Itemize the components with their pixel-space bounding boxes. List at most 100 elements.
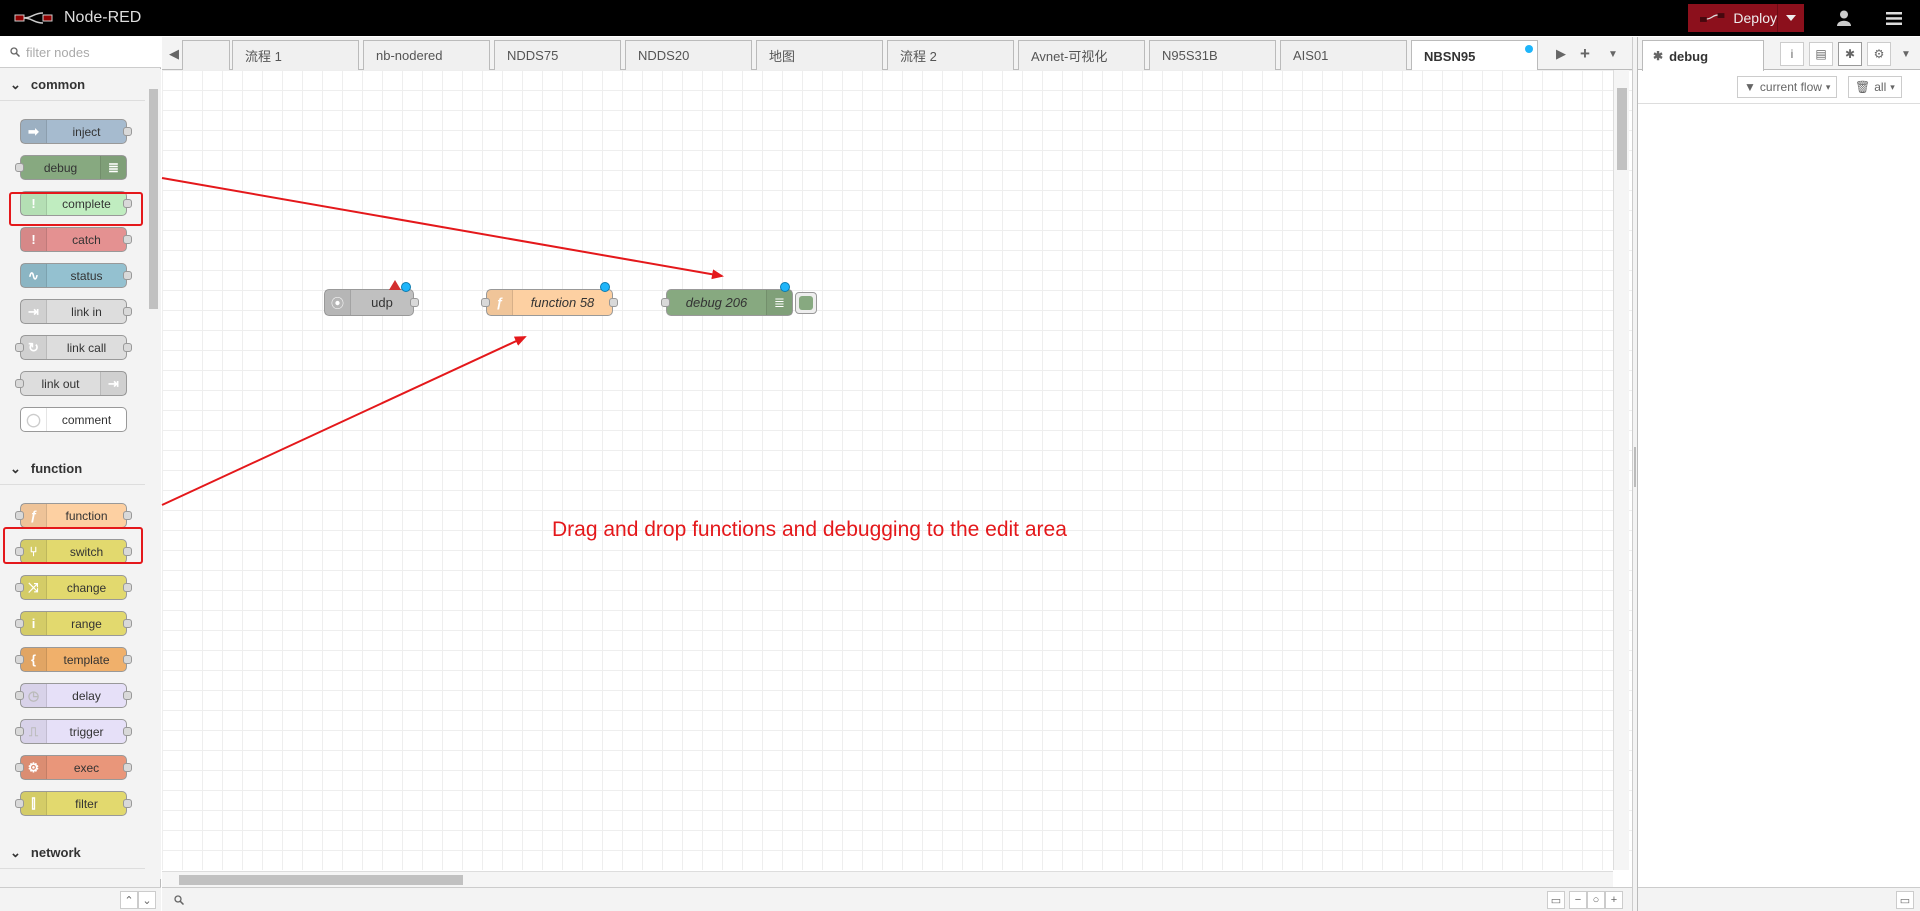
category-function[interactable]: ⌄ function xyxy=(0,453,145,485)
palette-scrollbar[interactable] xyxy=(146,69,161,879)
output-port[interactable] xyxy=(123,619,132,628)
output-port[interactable] xyxy=(123,235,132,244)
sidebar-menu-button[interactable]: ▼ xyxy=(1894,42,1918,66)
output-port[interactable] xyxy=(123,307,132,316)
changed-dot xyxy=(1525,45,1533,53)
input-port[interactable] xyxy=(15,799,24,808)
tab-4[interactable]: NDDS20 xyxy=(625,40,752,70)
tab-2[interactable]: nb-nodered xyxy=(363,40,490,70)
sidebar-tab-debug[interactable]: ✱ debug xyxy=(1642,40,1764,71)
splitter-grip[interactable] xyxy=(1634,447,1636,487)
scroll-tabs-right-button[interactable]: ▶ xyxy=(1551,44,1571,64)
input-port[interactable] xyxy=(15,655,24,664)
palette-node-filter[interactable]: ⫿ filter xyxy=(15,791,132,816)
collapse-all-button[interactable]: ⌃ xyxy=(120,891,138,909)
zoom-out-button[interactable]: − xyxy=(1569,891,1587,909)
output-port[interactable] xyxy=(123,655,132,664)
tab-8[interactable]: N95S31B xyxy=(1149,40,1276,70)
debug-filter-select[interactable]: ▼ current flow ▾ xyxy=(1737,76,1838,98)
tab-5[interactable]: 地图 xyxy=(756,40,883,70)
workspace-horizontal-scrollbar[interactable] xyxy=(162,871,1613,887)
flow-node-debug-206[interactable]: debug 206 ≣ xyxy=(661,282,817,316)
palette-node-comment[interactable]: ◯ comment xyxy=(20,407,127,432)
palette-node-link-out[interactable]: link out ⇥ xyxy=(15,371,127,396)
flow-canvas[interactable]: ⦿ udp ƒ function 58 debug 206 ≣ xyxy=(162,70,1632,870)
input-port[interactable] xyxy=(15,163,24,172)
scrollbar-thumb[interactable] xyxy=(149,89,158,309)
palette-node-catch[interactable]: ! catch xyxy=(20,227,132,252)
input-port[interactable] xyxy=(15,511,24,520)
debug-clear-select[interactable]: 🗑 all ▾ xyxy=(1848,76,1902,98)
flow-node-function-58[interactable]: ƒ function 58 xyxy=(481,282,618,316)
zoom-reset-button[interactable]: ○ xyxy=(1587,891,1605,909)
palette-node-trigger[interactable]: ⎍ trigger xyxy=(15,719,132,744)
sidebar-debug-button[interactable]: ✱ xyxy=(1838,42,1862,66)
input-port[interactable] xyxy=(15,583,24,592)
sidebar-help-button[interactable]: ▤ xyxy=(1809,42,1833,66)
open-debug-window-button[interactable]: ▭ xyxy=(1896,891,1914,909)
flow-node-udp[interactable]: ⦿ udp xyxy=(324,280,419,316)
palette-node-link-in[interactable]: ⇥ link in xyxy=(20,299,132,324)
search-flows-button[interactable] xyxy=(170,891,188,909)
input-port[interactable] xyxy=(15,619,24,628)
palette-search[interactable]: filter nodes xyxy=(0,37,161,68)
output-port[interactable] xyxy=(123,343,132,352)
input-port[interactable] xyxy=(661,298,670,307)
output-port[interactable] xyxy=(123,583,132,592)
input-port[interactable] xyxy=(481,298,490,307)
output-port[interactable] xyxy=(609,298,618,307)
output-port[interactable] xyxy=(123,691,132,700)
debug-toggle-button[interactable] xyxy=(795,292,817,314)
sidebar-info-button[interactable]: i xyxy=(1780,42,1804,66)
palette-node-function[interactable]: ƒ function xyxy=(15,503,132,528)
output-port[interactable] xyxy=(410,298,419,307)
input-port[interactable] xyxy=(15,379,24,388)
output-port[interactable] xyxy=(123,799,132,808)
palette-node-inject[interactable]: ➡ inject xyxy=(20,119,132,144)
expand-all-button[interactable]: ⌄ xyxy=(138,891,156,909)
input-port[interactable] xyxy=(15,691,24,700)
output-port[interactable] xyxy=(123,127,132,136)
list-flows-button[interactable]: ▼ xyxy=(1603,44,1623,64)
output-port[interactable] xyxy=(123,727,132,736)
workspace-vertical-scrollbar[interactable] xyxy=(1613,70,1629,870)
deploy-button[interactable]: Deploy xyxy=(1688,4,1804,32)
zoom-in-button[interactable]: + xyxy=(1605,891,1623,909)
category-label: common xyxy=(30,77,86,92)
palette-node-change[interactable]: ⤨ change xyxy=(15,575,132,600)
input-port[interactable] xyxy=(15,763,24,772)
category-network[interactable]: ⌄ network xyxy=(0,837,145,869)
output-port[interactable] xyxy=(123,763,132,772)
output-port[interactable] xyxy=(123,271,132,280)
tab-3[interactable]: NDDS75 xyxy=(494,40,621,70)
output-port[interactable] xyxy=(123,511,132,520)
input-port[interactable] xyxy=(15,727,24,736)
timer-icon: ◷ xyxy=(21,684,47,707)
main-menu-button[interactable] xyxy=(1876,0,1912,36)
palette-node-debug[interactable]: debug ≣ xyxy=(15,155,127,180)
category-common[interactable]: ⌄ common xyxy=(0,69,145,101)
palette-node-range[interactable]: i range xyxy=(15,611,132,636)
tab-9[interactable]: AIS01 xyxy=(1280,40,1407,70)
tab-6[interactable]: 流程 2 xyxy=(887,40,1014,70)
palette-node-status[interactable]: ∿ status xyxy=(20,263,132,288)
palette-node-exec[interactable]: ⚙ exec xyxy=(15,755,132,780)
comment-icon: ◯ xyxy=(21,408,47,431)
palette-node-delay[interactable]: ◷ delay xyxy=(15,683,132,708)
scrollbar-thumb[interactable] xyxy=(1617,88,1627,170)
tab-1[interactable]: 流程 1 xyxy=(232,40,359,70)
user-button[interactable] xyxy=(1826,0,1862,36)
tab-10-active[interactable]: NBSN95 xyxy=(1411,40,1538,71)
palette-node-template[interactable]: { template xyxy=(15,647,132,672)
navigator-button[interactable]: ▭ xyxy=(1547,891,1565,909)
deploy-menu-caret[interactable] xyxy=(1778,15,1804,21)
tab-7[interactable]: Avnet-可视化 xyxy=(1018,40,1145,70)
palette-node-link-call[interactable]: ↻ link call xyxy=(15,335,132,360)
search-input[interactable]: filter nodes xyxy=(26,45,90,60)
scrollbar-thumb[interactable] xyxy=(179,875,463,885)
add-flow-button[interactable]: + xyxy=(1575,44,1595,64)
tab-0[interactable] xyxy=(182,40,230,70)
input-port[interactable] xyxy=(15,343,24,352)
sidebar-config-button[interactable]: ⚙ xyxy=(1867,42,1891,66)
scroll-tabs-left-button[interactable]: ◀ xyxy=(164,44,184,64)
